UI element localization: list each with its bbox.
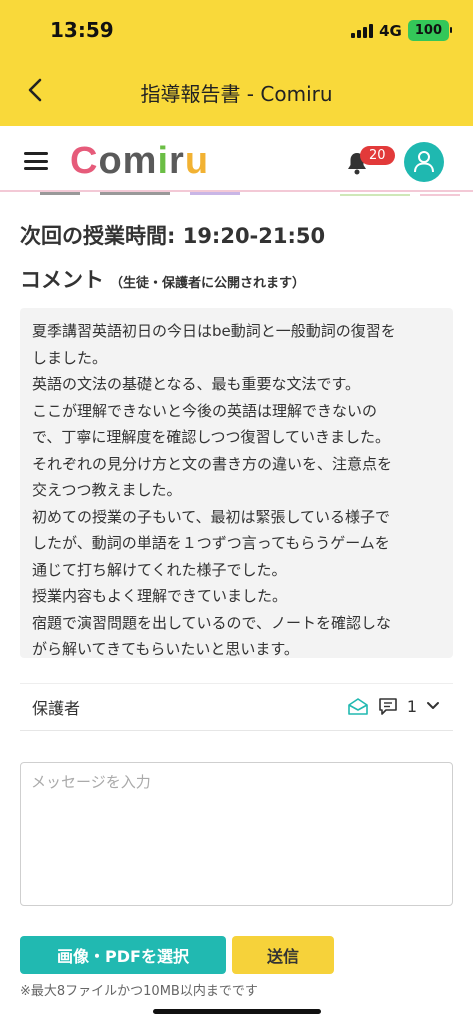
signal-icon xyxy=(351,23,374,38)
comiru-logo: Comiru xyxy=(70,140,210,182)
comment-line: 夏季講習英語初日の今日はbe動詞と一般動詞の復習を xyxy=(32,322,396,340)
opened-envelope-icon xyxy=(348,698,368,715)
battery-icon: 100 xyxy=(407,20,453,41)
send-button[interactable]: 送信 xyxy=(232,936,334,974)
comment-line: 授業内容もよく理解できていました。 xyxy=(32,587,288,605)
comment-title: コメント xyxy=(20,268,104,292)
comment-line: 初めての授業の子もいて、最初は緊張している様子で xyxy=(32,507,391,526)
page-title: 指導報告書 - Comiru xyxy=(140,82,333,106)
guardian-thread-row[interactable]: 保護者 1 xyxy=(20,683,453,731)
notification-count-badge: 20 xyxy=(360,146,395,165)
scrolled-content-edge xyxy=(40,192,460,196)
comment-line: したが、動詞の単語を１つずつ言ってもらうゲームを xyxy=(32,534,390,552)
comment-line: しました。 xyxy=(32,348,108,367)
network-type: 4G xyxy=(379,21,402,40)
comment-line: それぞれの見分け方と文の書き方の違いを、注意点を xyxy=(32,454,393,473)
comment-line: がら解いてきてもらいたいと思います。 xyxy=(32,640,299,658)
home-indicator xyxy=(153,1009,321,1014)
comment-line: ここが理解できないと今後の英語は理解できないの xyxy=(32,401,378,420)
guardian-label: 保護者 xyxy=(32,699,81,718)
top-bar: 13:59 4G 100 指導報告書 - Comiru xyxy=(0,0,473,126)
status-indicators: 4G 100 xyxy=(351,20,453,41)
status-time: 13:59 xyxy=(50,18,114,42)
comment-box: 夏季講習英語初日の今日はbe動詞と一般動詞の復習を しました。 英語の文法の基礎… xyxy=(20,308,453,658)
user-avatar[interactable] xyxy=(404,142,444,182)
app-header: Comiru xyxy=(0,126,473,192)
comment-line: 英語の文法の基礎となる、最も重要な文法です。 xyxy=(32,375,361,393)
comment-line: 宿題で演習問題を出しているので、ノートを確認しな xyxy=(32,613,391,632)
comment-visibility-note: （生徒・保護者に公開されます） xyxy=(110,276,306,291)
select-file-button[interactable]: 画像・PDFを選択 xyxy=(20,936,226,974)
comment-heading: コメント （生徒・保護者に公開されます） xyxy=(20,264,305,294)
battery-level: 100 xyxy=(414,23,442,38)
guardian-actions: 1 xyxy=(347,696,441,716)
file-limit-note: ※最大8ファイルかつ10MB以内までです xyxy=(20,984,258,999)
hamburger-menu-icon[interactable] xyxy=(24,152,48,170)
comment-count: 1 xyxy=(406,696,417,716)
comment-line: 交えつつ教えました。 xyxy=(32,481,182,499)
comment-line: 通じて打ち解けてくれた様子でした。 xyxy=(32,560,287,579)
next-class-time: 次回の授業時間: 19:20-21:50 xyxy=(20,224,326,248)
comment-icon xyxy=(379,698,397,715)
user-icon xyxy=(414,151,434,173)
comment-line: で、丁寧に理解度を確認しつつ復習していきました。 xyxy=(32,428,391,446)
message-input[interactable] xyxy=(20,762,453,906)
chevron-down-icon[interactable] xyxy=(425,699,441,713)
